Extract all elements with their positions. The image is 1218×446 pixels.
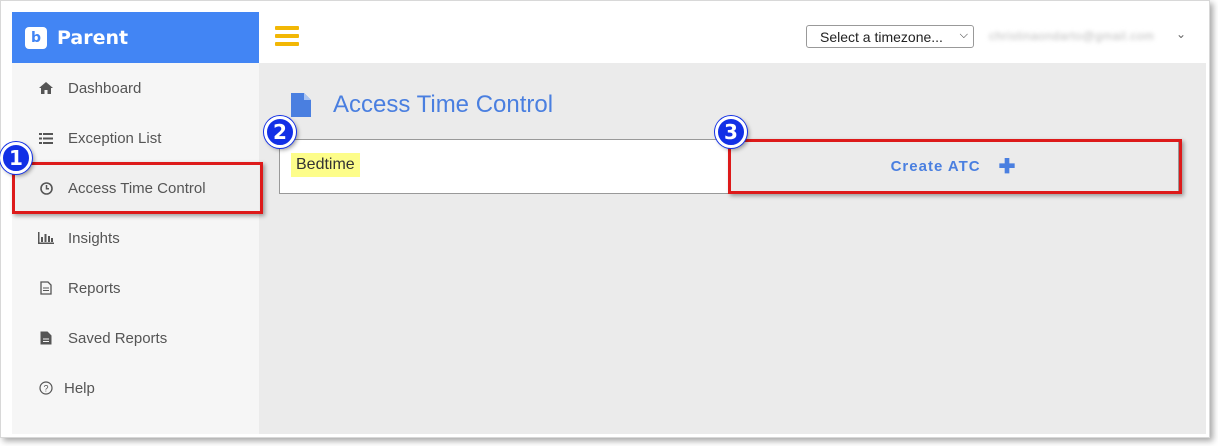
sidebar-nav: Dashboard Exception List Access Time Con… [12, 63, 259, 413]
create-atc-label-wrap: Create ATC ✚ [891, 154, 1017, 179]
sidebar-item-exception-list[interactable]: Exception List [12, 113, 259, 163]
user-email[interactable]: christinaondarto@gmail.com [989, 29, 1154, 43]
file-filled-icon [38, 330, 54, 346]
sidebar-item-dashboard[interactable]: Dashboard [12, 63, 259, 113]
document-title-icon [291, 93, 311, 122]
create-atc-button[interactable]: Create ATC ✚ [729, 140, 1178, 193]
svg-text:?: ? [43, 384, 48, 394]
bar-chart-icon [38, 230, 54, 246]
sidebar-item-help[interactable]: ? Help [12, 363, 259, 413]
sidebar-item-label: Help [64, 379, 95, 397]
hamburger-menu-icon[interactable] [275, 26, 299, 46]
top-bar: Select a timezone... ⌵ christinaondarto@… [259, 12, 1206, 63]
sidebar-item-reports[interactable]: Reports [12, 263, 259, 313]
step-badge-2: 2 [264, 116, 296, 148]
atc-entry-name[interactable]: Bedtime [291, 153, 360, 177]
sidebar-item-label: Dashboard [68, 79, 142, 97]
sidebar-item-saved-reports[interactable]: Saved Reports [12, 313, 259, 363]
atc-entry-cell[interactable]: Bedtime [280, 140, 729, 193]
document-icon [38, 280, 54, 296]
sidebar-item-access-time-control[interactable]: Access Time Control [12, 163, 259, 213]
sidebar-item-label: Reports [68, 279, 121, 297]
page-title: Access Time Control [333, 91, 554, 118]
sidebar: b Parent Dashboard Exception List Access… [12, 12, 259, 434]
step-badge-1: 1 [0, 142, 32, 174]
timezone-select-value: Select a timezone... [820, 28, 943, 45]
list-icon [38, 130, 54, 146]
home-icon [38, 80, 54, 96]
brand-logo-icon: b [25, 26, 47, 49]
step-badge-3: 3 [715, 116, 747, 148]
plus-icon: ✚ [998, 156, 1017, 178]
clock-icon [38, 180, 54, 196]
user-menu-chevron-icon[interactable]: ⌄ [1176, 27, 1186, 41]
sidebar-item-label: Access Time Control [68, 179, 206, 197]
brand-header[interactable]: b Parent [12, 12, 259, 63]
question-icon: ? [38, 380, 54, 396]
sidebar-item-insights[interactable]: Insights [12, 213, 259, 263]
timezone-select[interactable]: Select a timezone... ⌵ [806, 25, 974, 48]
sidebar-item-label: Exception List [68, 129, 162, 147]
chevron-down-icon: ⌵ [959, 29, 968, 41]
sidebar-item-label: Insights [68, 229, 120, 247]
brand-name: Parent [57, 26, 129, 49]
create-atc-label: Create ATC [890, 158, 981, 175]
sidebar-item-label: Saved Reports [68, 329, 168, 347]
